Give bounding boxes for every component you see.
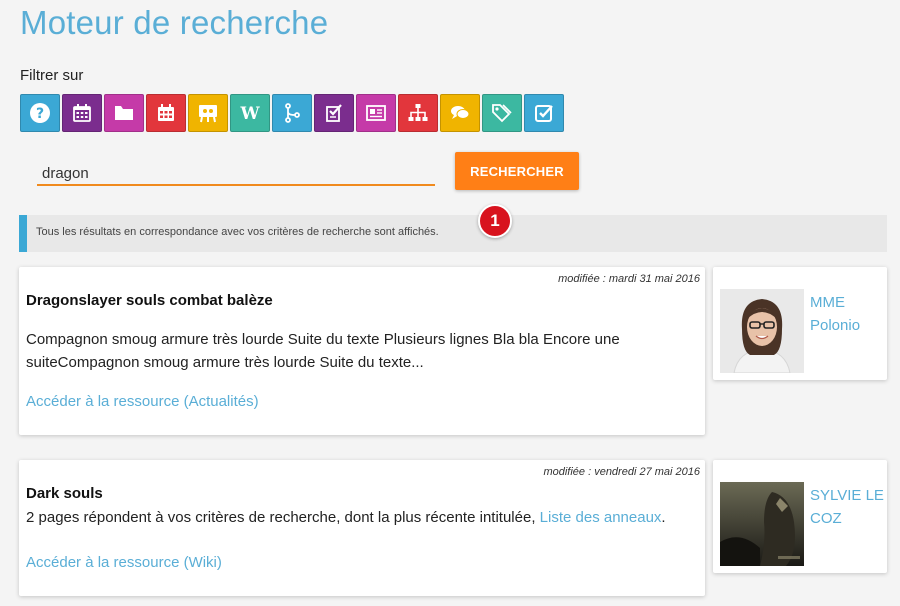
result-card: modifiée : mardi 31 mai 2016 Dragonslaye… — [19, 267, 705, 435]
calendar-icon — [73, 104, 91, 122]
resource-link[interactable]: Accéder à la ressource (Actualités) — [26, 393, 259, 410]
filter-bar: ? W — [20, 94, 564, 132]
author-card: MME Polonio — [713, 267, 887, 380]
wiki-icon: W — [239, 104, 260, 124]
filter-news[interactable] — [356, 94, 396, 132]
filter-presentation[interactable] — [188, 94, 228, 132]
filter-chat[interactable] — [440, 94, 480, 132]
result-card: modifiée : vendredi 27 mai 2016 Dark sou… — [19, 460, 705, 596]
svg-text:W: W — [239, 104, 260, 124]
filter-folder[interactable] — [104, 94, 144, 132]
filter-label: Filtrer sur — [20, 67, 84, 84]
survey-icon — [326, 104, 342, 122]
modified-date: modifiée : mardi 31 mai 2016 — [558, 273, 700, 285]
folder-icon — [115, 106, 133, 120]
page-title: Moteur de recherche — [20, 4, 329, 41]
filter-checkbox[interactable] — [524, 94, 564, 132]
search-button[interactable]: RECHERCHER — [455, 152, 579, 190]
filter-calendar[interactable] — [62, 94, 102, 132]
excerpt-suffix: . — [661, 509, 666, 526]
result-title: Dragonslayer souls combat balèze — [26, 292, 273, 309]
chat-icon — [451, 106, 470, 119]
workflow-icon — [285, 103, 300, 123]
news-icon — [366, 105, 386, 121]
step-badge: 1 — [478, 204, 512, 238]
filter-tags[interactable] — [482, 94, 522, 132]
info-message: Tous les résultats en correspondance ave… — [36, 226, 439, 238]
resource-link[interactable]: Accéder à la ressource (Wiki) — [26, 554, 222, 571]
info-banner: Tous les résultats en correspondance ave… — [19, 215, 887, 252]
result-excerpt: 2 pages répondent à vos critères de rech… — [26, 506, 689, 529]
result-title: Dark souls — [26, 485, 103, 502]
tags-icon — [492, 104, 512, 123]
author-name[interactable]: SYLVIE LE COZ — [810, 484, 887, 530]
result-excerpt: Compagnon smoug armure très lourde Suite… — [26, 331, 620, 371]
author-card: SYLVIE LE COZ — [713, 460, 887, 573]
svg-text:?: ? — [36, 106, 44, 122]
filter-help[interactable]: ? — [20, 94, 60, 132]
page-link[interactable]: Liste des anneaux — [540, 509, 662, 526]
search-input[interactable] — [37, 158, 435, 186]
presentation-icon — [199, 105, 217, 123]
author-avatar[interactable] — [720, 289, 804, 373]
author-name[interactable]: MME Polonio — [810, 291, 887, 337]
sitemap-icon — [408, 104, 428, 121]
filter-wiki[interactable]: W — [230, 94, 270, 132]
filter-sitemap[interactable] — [398, 94, 438, 132]
filter-workflow[interactable] — [272, 94, 312, 132]
excerpt-text: 2 pages répondent à vos critères de rech… — [26, 509, 540, 526]
modified-date: modifiée : vendredi 27 mai 2016 — [543, 466, 700, 478]
filter-survey[interactable] — [314, 94, 354, 132]
checkbox-icon — [535, 105, 553, 122]
filter-agenda[interactable] — [146, 94, 186, 132]
agenda-icon — [158, 104, 174, 121]
author-avatar[interactable] — [720, 482, 804, 566]
help-icon: ? — [30, 103, 50, 123]
